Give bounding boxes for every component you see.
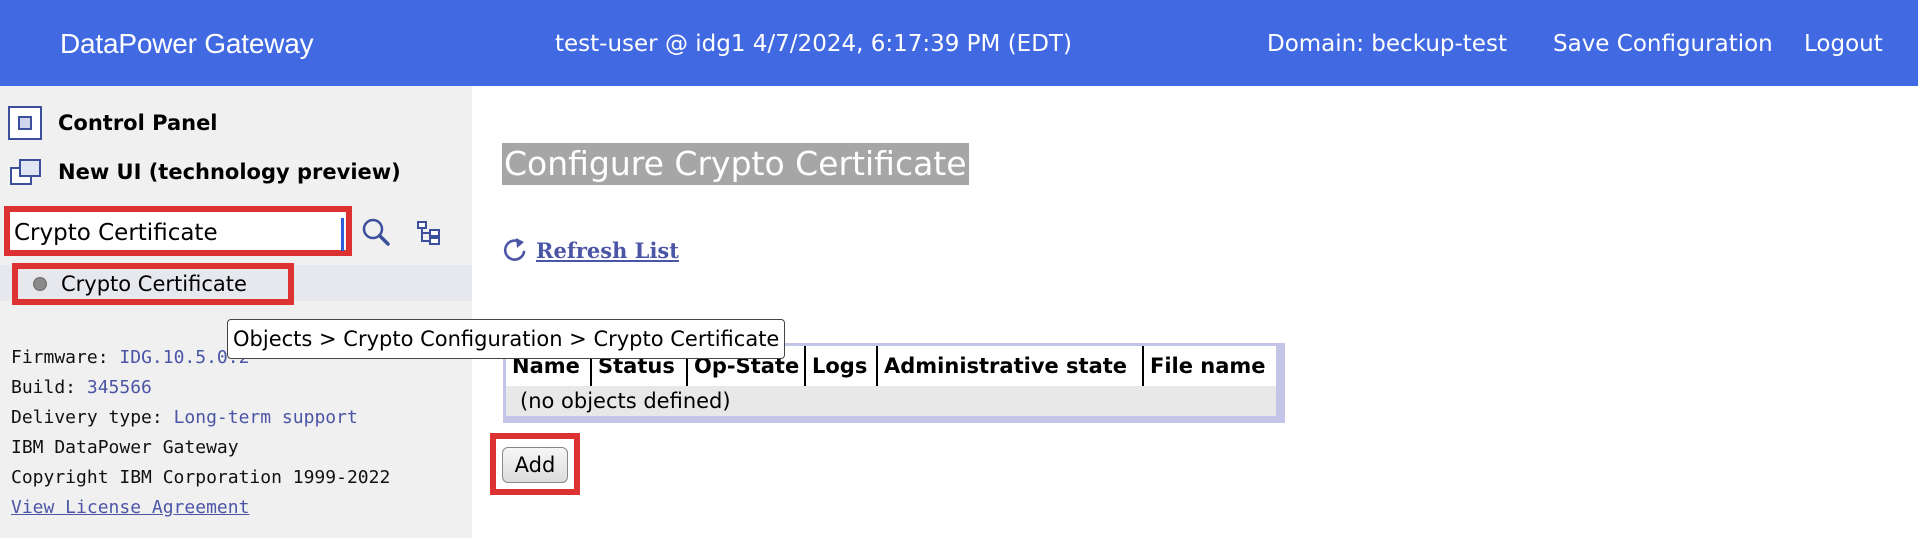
sidebar: Control Panel New UI (technology preview… xyxy=(0,86,472,538)
column-header-file-name[interactable]: File name xyxy=(1144,346,1276,386)
refresh-list-label: Refresh List xyxy=(536,237,679,263)
control-panel-link[interactable]: Control Panel xyxy=(8,106,218,140)
session-info: test-user @ idg1 4/7/2024, 6:17:39 PM (E… xyxy=(555,31,1072,57)
view-license-link[interactable]: View License Agreement xyxy=(11,497,249,518)
table-row: (no objects defined) xyxy=(506,386,1276,416)
logout-link[interactable]: Logout xyxy=(1804,31,1883,57)
bullet-icon xyxy=(33,277,47,291)
product-name: IBM DataPower Gateway xyxy=(11,437,239,458)
column-header-administrative-state[interactable]: Administrative state xyxy=(878,346,1144,386)
add-button[interactable]: Add xyxy=(502,447,568,483)
delivery-info: Delivery type: Long-term support xyxy=(11,407,358,428)
search-field-highlight xyxy=(4,206,352,256)
brand-title: DataPower Gateway xyxy=(60,28,314,59)
control-panel-label: Control Panel xyxy=(58,111,218,135)
search-result-label: Crypto Certificate xyxy=(61,272,247,296)
new-window-icon xyxy=(8,155,42,189)
build-info: Build: 345566 xyxy=(11,377,152,398)
firmware-label: Firmware: xyxy=(11,347,109,368)
tree-view-icon[interactable] xyxy=(416,220,442,246)
domain-selector[interactable]: Domain: beckup-test xyxy=(1267,31,1507,57)
empty-table-message: (no objects defined) xyxy=(520,389,731,413)
page-title: Configure Crypto Certificate xyxy=(502,143,969,185)
delivery-value: Long-term support xyxy=(173,407,358,428)
new-ui-label: New UI (technology preview) xyxy=(58,160,401,184)
refresh-icon xyxy=(503,238,526,261)
add-button-highlight: Add xyxy=(490,433,580,495)
build-value: 345566 xyxy=(86,377,152,398)
top-header: DataPower Gateway test-user @ idg1 4/7/2… xyxy=(0,0,1918,86)
build-label: Build: xyxy=(11,377,77,398)
save-configuration-link[interactable]: Save Configuration xyxy=(1553,31,1773,57)
breadcrumb-tooltip: Objects > Crypto Configuration > Crypto … xyxy=(227,319,786,359)
text-cursor xyxy=(341,218,344,251)
column-header-logs[interactable]: Logs xyxy=(806,346,878,386)
control-panel-icon xyxy=(8,106,42,140)
search-result-crypto-certificate[interactable]: Crypto Certificate xyxy=(12,263,294,305)
firmware-info: Firmware: IDG.10.5.0.2 xyxy=(11,347,249,368)
license-info: View License Agreement xyxy=(11,497,249,518)
search-input[interactable] xyxy=(14,216,342,250)
search-icon[interactable] xyxy=(361,217,391,247)
copyright-text: Copyright IBM Corporation 1999-2022 xyxy=(11,467,391,488)
delivery-label: Delivery type: xyxy=(11,407,163,428)
new-ui-link[interactable]: New UI (technology preview) xyxy=(8,155,401,189)
refresh-list-link[interactable]: Refresh List xyxy=(502,236,679,264)
